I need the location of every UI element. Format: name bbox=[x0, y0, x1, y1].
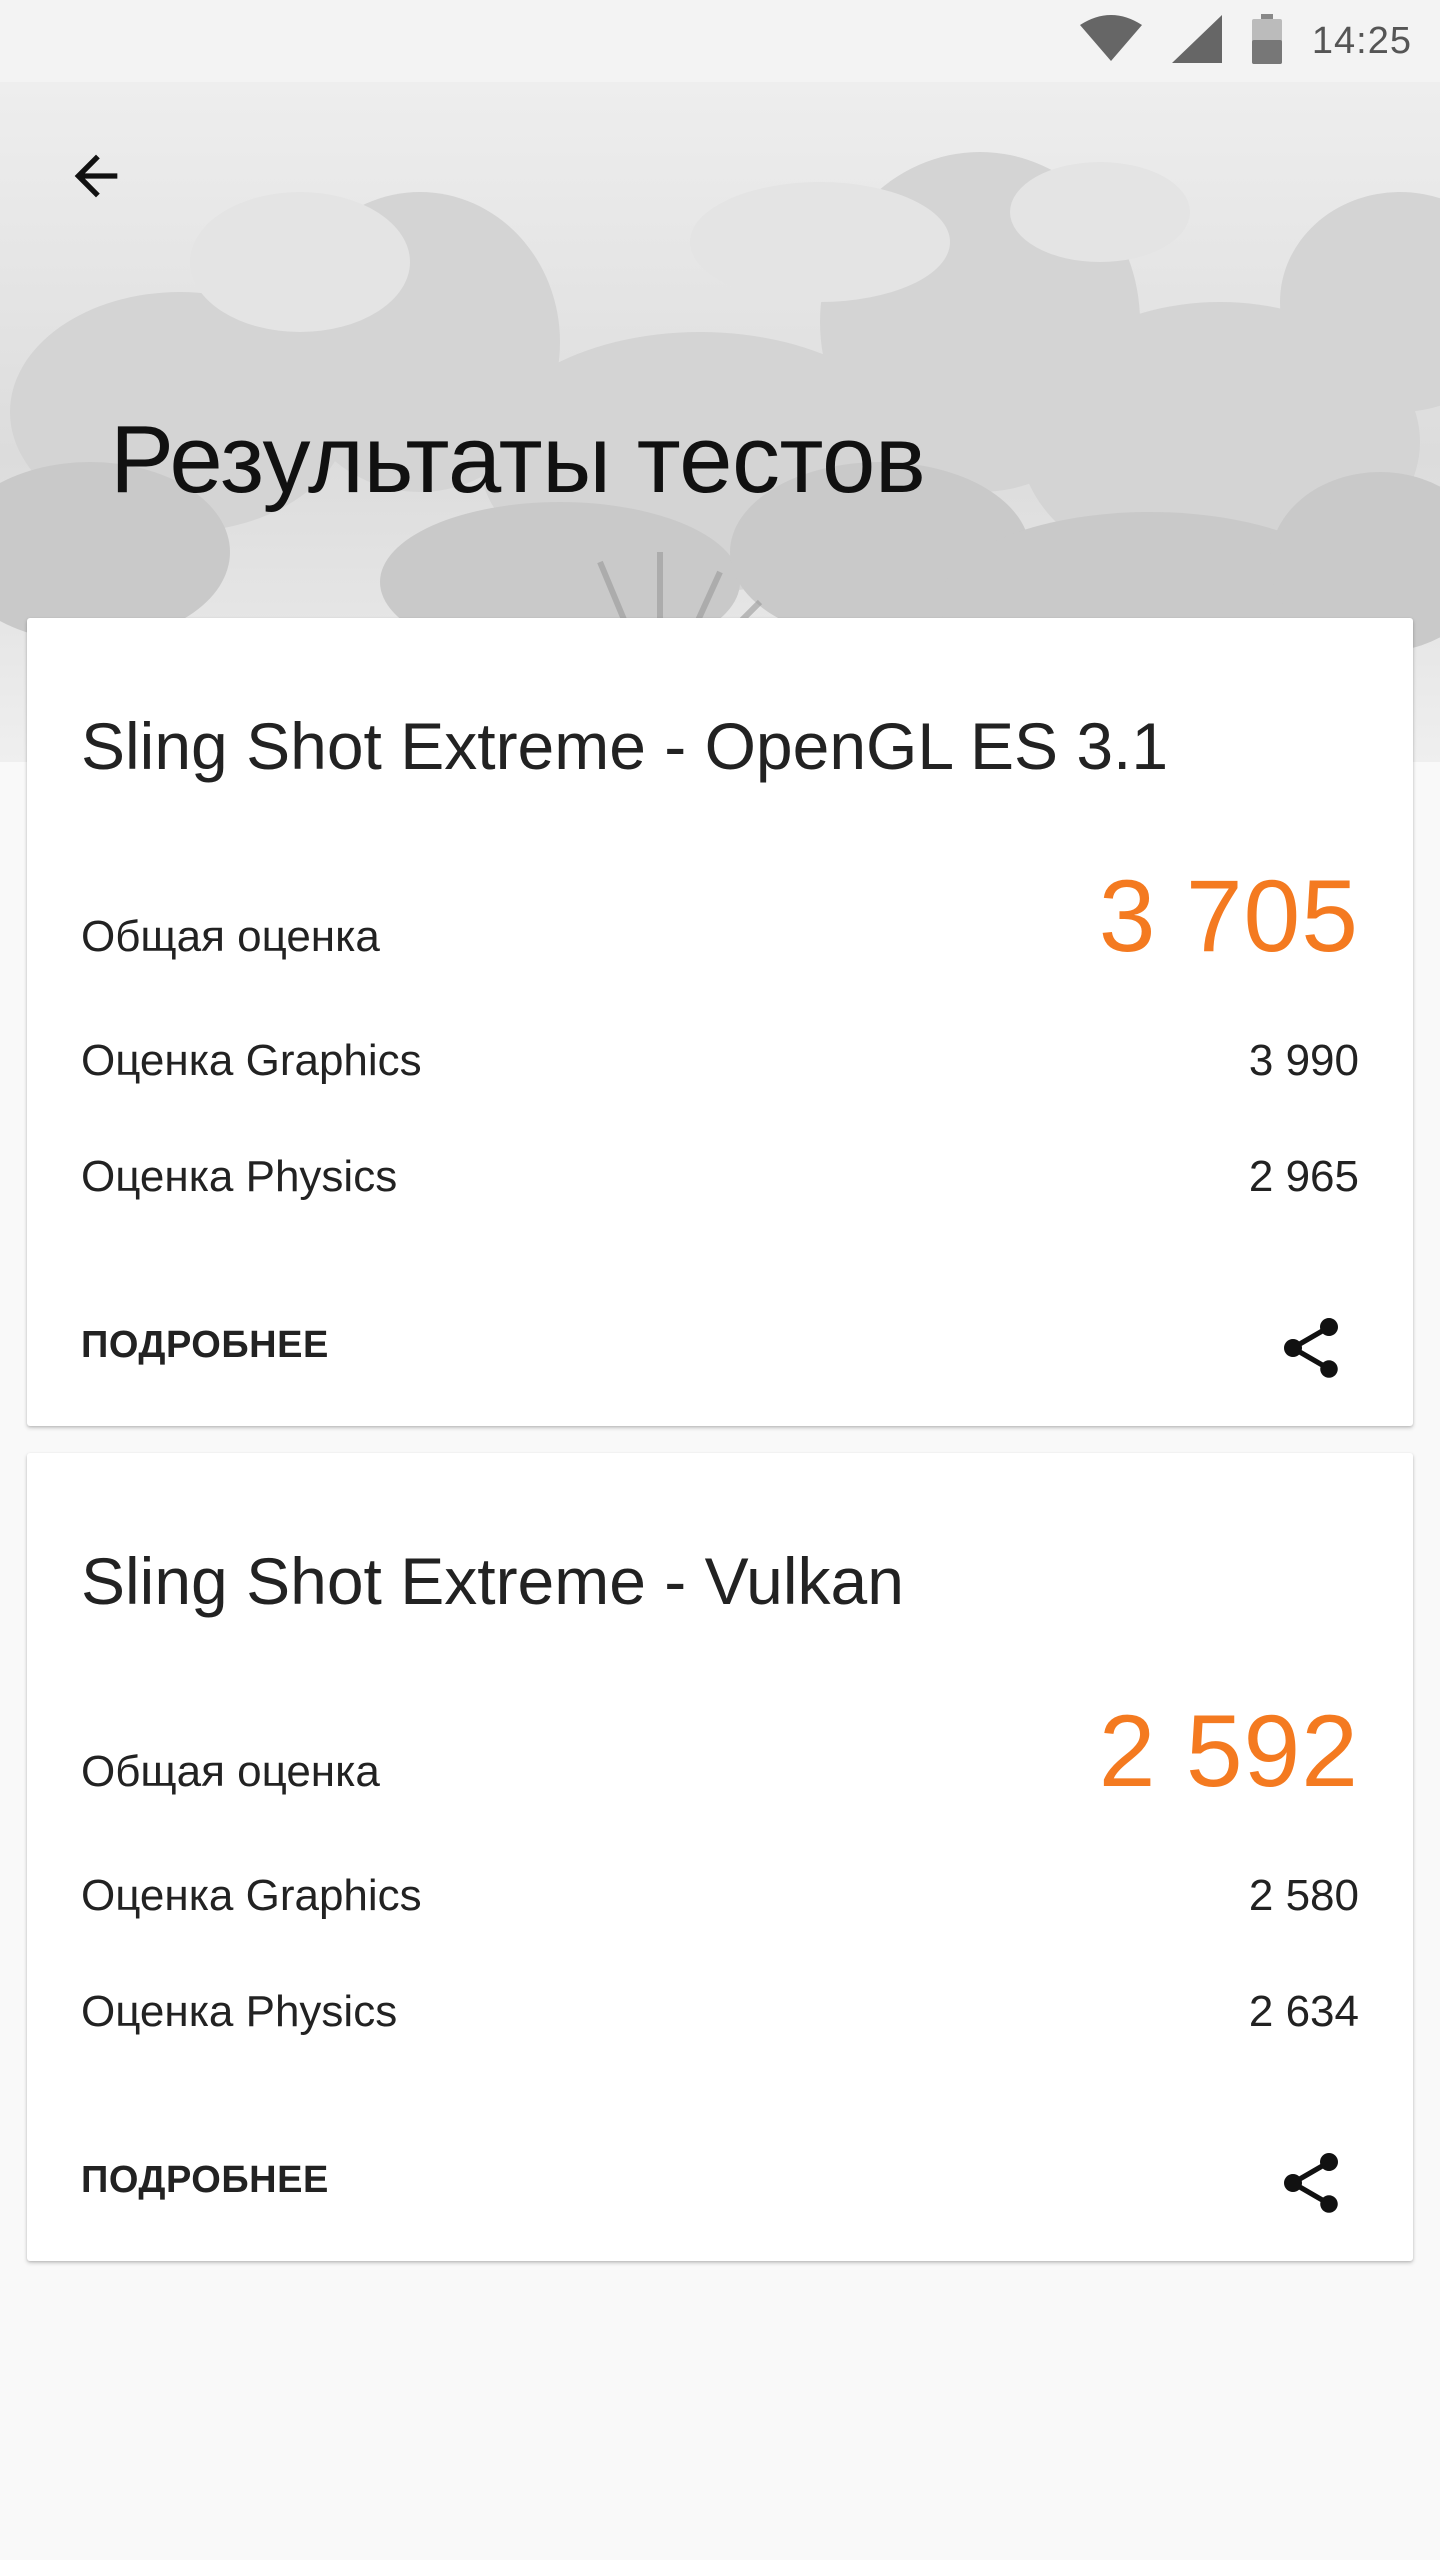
back-button[interactable] bbox=[52, 132, 140, 220]
physics-score-label: Оценка Physics bbox=[81, 1152, 398, 1201]
graphics-score-label: Оценка Graphics bbox=[81, 1871, 422, 1920]
status-time: 14:25 bbox=[1311, 19, 1412, 62]
battery-icon bbox=[1251, 13, 1282, 69]
share-button[interactable] bbox=[1271, 2143, 1351, 2223]
page-title: Результаты тестов bbox=[110, 406, 926, 513]
physics-score-row: Оценка Physics 2 965 bbox=[81, 1152, 1359, 1202]
result-card-vulkan: Sling Shot Extreme - Vulkan Общая оценка… bbox=[27, 1453, 1413, 2261]
graphics-score-value: 3 990 bbox=[1248, 1036, 1359, 1085]
signal-icon bbox=[1171, 14, 1222, 68]
result-card-opengl: Sling Shot Extreme - OpenGL ES 3.1 Общая… bbox=[27, 618, 1413, 1426]
total-score-value: 3 705 bbox=[1098, 859, 1359, 973]
share-icon bbox=[1284, 1318, 1338, 1378]
card-title: Sling Shot Extreme - OpenGL ES 3.1 bbox=[81, 709, 1169, 783]
wifi-icon bbox=[1079, 14, 1142, 68]
physics-score-label: Оценка Physics bbox=[81, 1987, 398, 2036]
status-bar: 14:25 bbox=[0, 0, 1440, 82]
physics-score-value: 2 965 bbox=[1248, 1152, 1359, 1201]
details-button[interactable]: ПОДРОБНЕЕ bbox=[81, 1324, 329, 1367]
graphics-score-value: 2 580 bbox=[1248, 1871, 1359, 1920]
physics-score-value: 2 634 bbox=[1248, 1987, 1359, 2036]
total-score-label: Общая оценка bbox=[81, 912, 380, 961]
share-button[interactable] bbox=[1271, 1308, 1351, 1388]
graphics-score-label: Оценка Graphics bbox=[81, 1036, 422, 1085]
results-screen: 14:25 Результаты тестов Sling Shot Extre… bbox=[0, 0, 1440, 2560]
arrow-left-icon bbox=[74, 154, 118, 198]
total-score-row: Общая оценка 3 705 bbox=[81, 858, 1359, 975]
graphics-score-row: Оценка Graphics 3 990 bbox=[81, 1036, 1359, 1086]
details-button[interactable]: ПОДРОБНЕЕ bbox=[81, 2159, 329, 2202]
card-title: Sling Shot Extreme - Vulkan bbox=[81, 1544, 904, 1618]
graphics-score-row: Оценка Graphics 2 580 bbox=[81, 1871, 1359, 1921]
total-score-row: Общая оценка 2 592 bbox=[81, 1693, 1359, 1810]
total-score-value: 2 592 bbox=[1098, 1694, 1359, 1808]
physics-score-row: Оценка Physics 2 634 bbox=[81, 1987, 1359, 2037]
total-score-label: Общая оценка bbox=[81, 1747, 380, 1796]
share-icon bbox=[1284, 2153, 1338, 2213]
